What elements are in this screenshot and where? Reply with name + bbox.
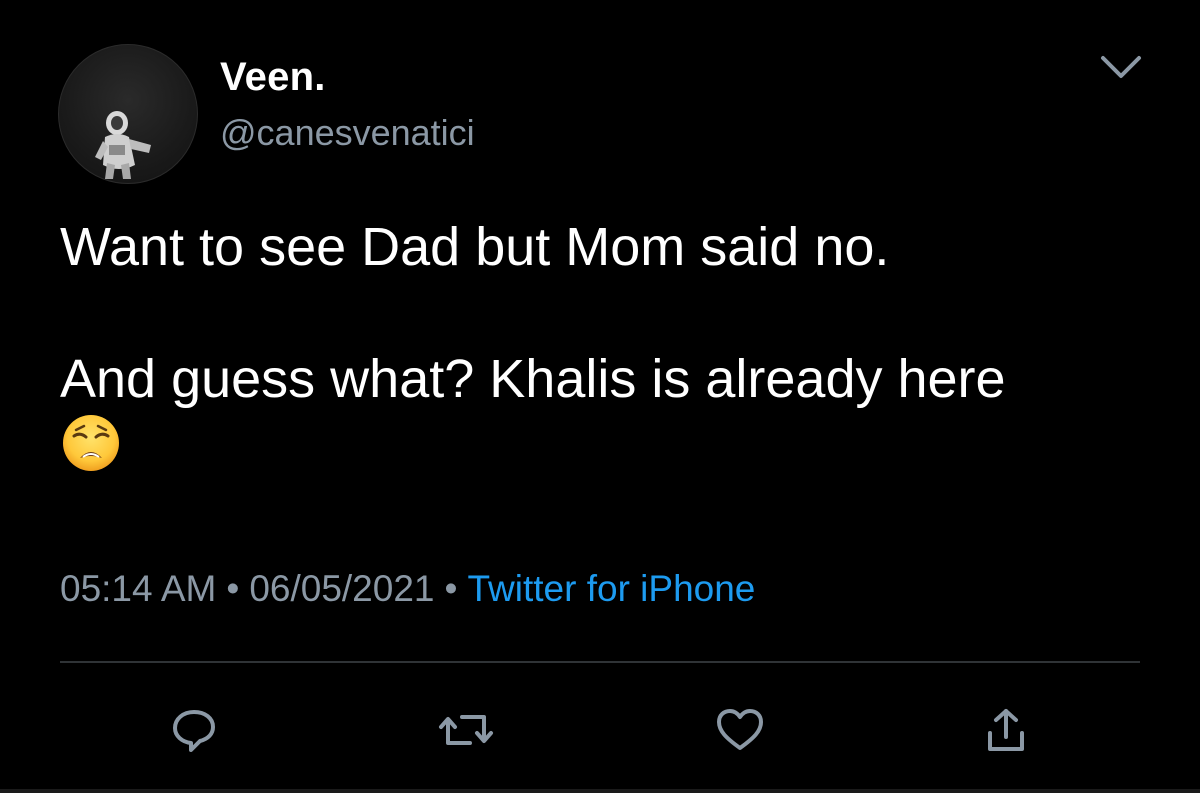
bottom-edge (0, 789, 1200, 793)
tweet-source-link[interactable]: Twitter for iPhone (467, 568, 755, 609)
retweet-button[interactable] (436, 700, 496, 760)
tweet-time: 05:14 AM (60, 568, 217, 609)
tweet-meta: 05:14 AM • 06/05/2021 • Twitter for iPhone (60, 566, 755, 612)
avatar[interactable] (58, 44, 198, 184)
display-name[interactable]: Veen. (220, 54, 326, 100)
reply-icon (173, 710, 215, 752)
weary-face-icon (63, 415, 119, 471)
share-icon (988, 709, 1024, 751)
tweet-text-line-1: Want to see Dad but Mom said no. (60, 217, 890, 277)
retweet-icon (439, 715, 493, 745)
share-button[interactable] (976, 700, 1036, 760)
tweet-text: Want to see Dad but Mom said no. And gue… (60, 214, 1140, 483)
tweet-text-paragraph-2: And guess what? Khalis is already here (60, 349, 1006, 409)
tweet-menu-button[interactable] (1096, 48, 1146, 88)
astronaut-avatar-image (95, 111, 151, 179)
heart-icon (717, 709, 763, 750)
tweet-card: Veen. @canesvenatici Want to see Dad but… (0, 0, 1200, 793)
meta-separator: • (226, 568, 240, 609)
meta-separator: • (444, 568, 458, 609)
weary-face-emoji (60, 412, 122, 483)
like-button[interactable] (710, 700, 770, 760)
tweet-text-line-2: And guess what? Khalis is already here (60, 346, 1140, 483)
divider (60, 661, 1140, 663)
chevron-down-icon (1101, 56, 1141, 78)
user-handle[interactable]: @canesvenatici (220, 112, 475, 154)
reply-button[interactable] (164, 700, 224, 760)
tweet-date: 06/05/2021 (249, 568, 435, 609)
